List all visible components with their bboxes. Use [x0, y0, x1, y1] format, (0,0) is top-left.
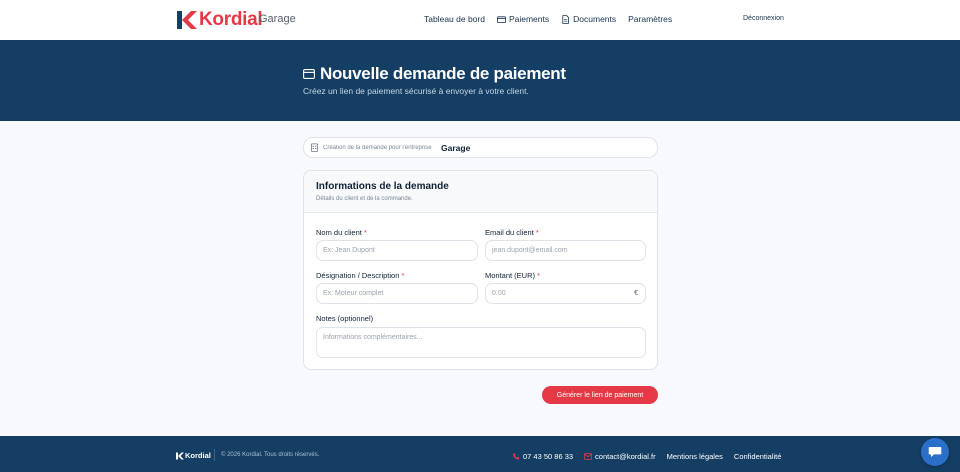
amount-label: Montant (EUR) *: [485, 271, 540, 280]
chat-widget-button[interactable]: [921, 438, 949, 466]
footer-phone: 07 43 50 86 33: [523, 452, 574, 461]
nav-dashboard-label: Tableau de bord: [424, 14, 485, 24]
nav-payments-label: Paiements: [508, 14, 550, 24]
nav-settings-label: Paramètres: [628, 14, 673, 24]
footer-privacy-link[interactable]: Confidentialité: [734, 452, 782, 461]
nav-dashboard[interactable]: Tableau de bord: [424, 14, 485, 24]
designation-placeholder: Ex: Moteur complet: [323, 290, 384, 297]
footer-divider: [214, 449, 215, 461]
footer-email: contact@kordial.fr: [595, 452, 656, 461]
document-icon: [562, 14, 570, 24]
client-email-placeholder: jean.dupont@email.com: [492, 247, 568, 254]
page-title-text: Nouvelle demande de paiement: [320, 64, 566, 83]
phone-icon: [513, 453, 519, 460]
nav-documents[interactable]: Documents: [561, 14, 616, 24]
building-icon: [310, 143, 319, 152]
card-icon: [303, 69, 315, 79]
company-selector-value: Garage: [441, 142, 471, 153]
kordial-logo-icon: [176, 452, 184, 460]
page-hero: Nouvelle demande de paiement Créez un li…: [0, 40, 960, 121]
brand-name: Kordial: [199, 9, 263, 30]
required-marker: *: [363, 228, 367, 237]
footer-links: 07 43 50 86 33 contact@kordial.fr Mentio…: [512, 452, 781, 461]
footer-email-link[interactable]: contact@kordial.fr: [584, 452, 656, 461]
client-email-label: Email du client *: [485, 228, 539, 237]
nav-payments[interactable]: Paiements: [497, 14, 549, 24]
form-subtitle: Détails du client et de la commande.: [316, 196, 413, 202]
brand-logo[interactable]: Kordial: [177, 9, 263, 31]
designation-label-text: Désignation / Description: [316, 271, 400, 280]
client-email-input[interactable]: jean.dupont@email.com: [485, 240, 646, 261]
payment-request-form: Informations de la demande Détails du cl…: [303, 170, 658, 370]
card-icon: [497, 15, 506, 23]
client-name-label-text: Nom du client: [316, 228, 362, 237]
page-subtitle: Créez un lien de paiement sécurisé à env…: [303, 86, 529, 96]
page-title: Nouvelle demande de paiement: [303, 64, 566, 84]
nav-documents-label: Documents: [573, 14, 617, 24]
amount-label-text: Montant (EUR): [485, 271, 536, 280]
required-marker: *: [535, 228, 539, 237]
kordial-logo-icon: [177, 10, 197, 30]
footer-logo[interactable]: Kordial: [176, 451, 211, 460]
generate-link-button[interactable]: Générer le lien de paiement: [542, 386, 658, 404]
company-selector-label: Création de la demande pour l'entreprise: [323, 144, 432, 151]
client-name-input[interactable]: Ex: Jean Dupont: [316, 240, 478, 261]
required-marker: *: [537, 271, 541, 280]
mail-icon: [584, 453, 593, 460]
notes-label-text: Notes (optionnel): [316, 314, 374, 323]
notes-placeholder: Informations complémentaires...: [323, 334, 423, 341]
required-marker: *: [401, 271, 405, 280]
footer-legal-link[interactable]: Mentions légales: [667, 452, 723, 461]
notes-textarea[interactable]: Informations complémentaires...: [316, 327, 646, 358]
top-navbar: Kordial Garage Tableau de bord Paiements…: [0, 0, 960, 40]
form-title: Informations de la demande: [316, 181, 449, 192]
nav-settings[interactable]: Paramètres: [628, 14, 672, 24]
client-name-label: Nom du client *: [316, 228, 367, 237]
euro-suffix: €: [634, 290, 638, 297]
footer-brand-name: Kordial: [185, 451, 211, 460]
notes-label: Notes (optionnel): [316, 314, 373, 323]
form-header: Informations de la demande Détails du cl…: [304, 171, 657, 213]
amount-placeholder: 0.00: [492, 290, 506, 297]
main-nav: Tableau de bord Paiements Documents Para…: [424, 14, 672, 24]
footer: Kordial © 2026 Kordial. Tous droits rése…: [0, 436, 960, 472]
footer-phone-link[interactable]: 07 43 50 86 33: [512, 452, 573, 461]
client-email-label-text: Email du client: [485, 228, 534, 237]
designation-input[interactable]: Ex: Moteur complet: [316, 283, 478, 304]
logout-link[interactable]: Déconnexion: [743, 15, 784, 22]
footer-copyright: © 2026 Kordial. Tous droits réservés.: [221, 452, 320, 458]
client-name-placeholder: Ex: Jean Dupont: [323, 247, 375, 254]
company-selector[interactable]: Création de la demande pour l'entreprise…: [303, 137, 658, 158]
amount-input[interactable]: 0.00 €: [485, 283, 646, 304]
company-name: Garage: [259, 13, 296, 25]
designation-label: Désignation / Description *: [316, 271, 404, 280]
chat-icon: [928, 447, 942, 457]
